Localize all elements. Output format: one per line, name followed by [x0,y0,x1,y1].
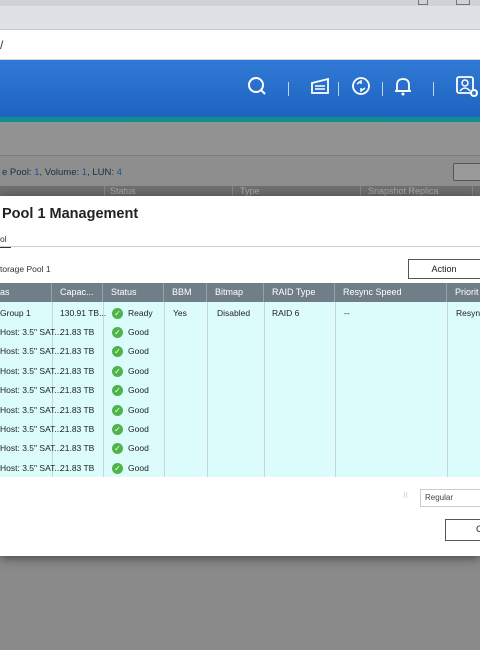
col-header-capacity[interactable]: Capac... [52,283,103,302]
cell-capacity: 21.83 TB [60,443,95,453]
status-ok-icon: ✓ [112,346,123,357]
action-button[interactable]: Action [408,259,480,279]
col-header-resync-speed[interactable]: Resync Speed [335,283,447,302]
background-col-divider [104,186,105,196]
cell-status: Good [128,346,149,356]
cell-name: Host: 3.5" SAT... [0,463,62,473]
close-button[interactable]: Close [445,519,480,541]
status-ok-icon: ✓ [112,366,123,377]
cell-bbm: Yes [173,308,187,318]
col-header-bbm[interactable]: BBM [164,283,207,302]
cell-capacity: 21.83 TB [60,424,95,434]
background-col-divider [472,186,473,196]
background-col-divider [232,186,233,196]
raid-group-table: as Capac... Status BBM Bitmap RAID Type … [0,283,480,477]
col-header-status[interactable]: Status [103,283,164,302]
cell-name: Host: 3.5" SAT... [0,424,62,434]
cell-status: Good [128,443,149,453]
dialog-title: Pool 1 Management [2,206,139,222]
summary-lun-label: , LUN: [87,167,117,178]
cell-capacity: 21.83 TB [60,366,95,376]
cell-status: Good [128,424,149,434]
cell-status: Ready [128,308,153,318]
cell-name: Host: 3.5" SAT... [0,346,62,356]
header-divider [288,82,289,96]
table-row[interactable]: Host: 3.5" SAT... 21.83 TB ✓ Good [0,381,480,400]
cell-status: Good [128,366,149,376]
summary-pool-label: e Pool: [2,167,35,178]
cell-status: Good [128,463,149,473]
table-row[interactable]: Host: 3.5" SAT... 21.83 TB ✓ Good [0,459,480,478]
cell-capacity: 21.83 TB [60,463,95,473]
cell-capacity: 130.91 TB... [60,308,107,318]
browser-tab-strip [0,0,480,30]
table-header: as Capac... Status BBM Bitmap RAID Type … [0,283,480,302]
col-header-priority[interactable]: Priorit [447,283,480,302]
search-icon[interactable] [245,74,269,98]
table-row[interactable]: Host: 3.5" SAT... 21.83 TB ✓ Good [0,420,480,439]
table-row[interactable]: Group 1 130.91 TB... ✓ Ready Yes Disable… [0,304,480,323]
cell-capacity: 21.83 TB [60,385,95,395]
status-ok-icon: ✓ [112,327,123,338]
cell-resync-speed: -- [344,308,350,318]
lun-count: 4 [116,167,122,178]
background-toolbar [0,122,480,156]
table-row[interactable]: Host: 3.5" SAT... 21.83 TB ✓ Good [0,342,480,361]
cell-priority: Resync [456,308,480,318]
address-url[interactable]: / [0,38,3,52]
background-col-status: Status [110,186,136,196]
status-ok-icon: ✓ [112,443,123,454]
background-col-type: Type [240,186,260,196]
breadcrumb: torage Pool 1 [0,264,51,274]
cell-bitmap: Disabled [217,308,251,318]
bell-icon[interactable] [391,74,415,98]
col-header-bitmap[interactable]: Bitmap [207,283,264,302]
window-control-icon[interactable] [418,0,428,5]
summary-volume-label: , Volume: [39,167,82,178]
cell-name: Host: 3.5" SAT... [0,405,62,415]
header-divider [433,82,434,96]
cell-name: Host: 3.5" SAT... [0,327,62,337]
tab-divider [0,246,480,247]
cell-capacity: 21.83 TB [60,327,95,337]
status-ok-icon: ✓ [112,308,123,319]
cell-name: Host: 3.5" SAT... [0,366,62,376]
resize-grip-icon: ⁝⁝ [403,491,409,500]
status-ok-icon: ✓ [112,385,123,396]
cell-capacity: 21.83 TB [60,405,95,415]
background-button [453,163,480,181]
col-header-raid-type[interactable]: RAID Type [264,283,335,302]
table-row[interactable]: Host: 3.5" SAT... 21.83 TB ✓ Good [0,401,480,420]
window-close-icon[interactable] [456,0,470,5]
pool-management-dialog: Pool 1 Management ol torage Pool 1 Actio… [0,196,480,556]
table-row[interactable]: Host: 3.5" SAT... 21.83 TB ✓ Good [0,362,480,381]
storage-summary: e Pool: 1, Volume: 1, LUN: 4 [2,167,122,178]
background-col-divider [360,186,361,196]
task-list-icon[interactable] [308,74,332,98]
col-header-alias[interactable]: as [0,283,52,302]
header-divider [338,82,339,96]
cell-status: Good [128,405,149,415]
cell-status: Good [128,327,149,337]
resync-priority-select[interactable]: Regular [420,489,480,507]
table-row[interactable]: Host: 3.5" SAT... 21.83 TB ✓ Good [0,439,480,458]
cell-capacity: 21.83 TB [60,346,95,356]
status-ok-icon: ✓ [112,463,123,474]
address-bar[interactable]: / [0,30,480,60]
table-row[interactable]: Host: 3.5" SAT... 21.83 TB ✓ Good [0,323,480,342]
cell-raid-type: RAID 6 [272,308,300,318]
tab-strip-top [0,0,480,6]
sync-icon[interactable] [349,74,373,98]
status-ok-icon: ✓ [112,424,123,435]
cell-name: Host: 3.5" SAT... [0,385,62,395]
header-divider [382,82,383,96]
status-ok-icon: ✓ [112,405,123,416]
background-col-snapshot: Snapshot Replica [368,186,439,196]
user-icon[interactable] [455,74,479,98]
cell-name: Group 1 [0,308,31,318]
cell-name: Host: 3.5" SAT... [0,443,62,453]
cell-status: Good [128,385,149,395]
